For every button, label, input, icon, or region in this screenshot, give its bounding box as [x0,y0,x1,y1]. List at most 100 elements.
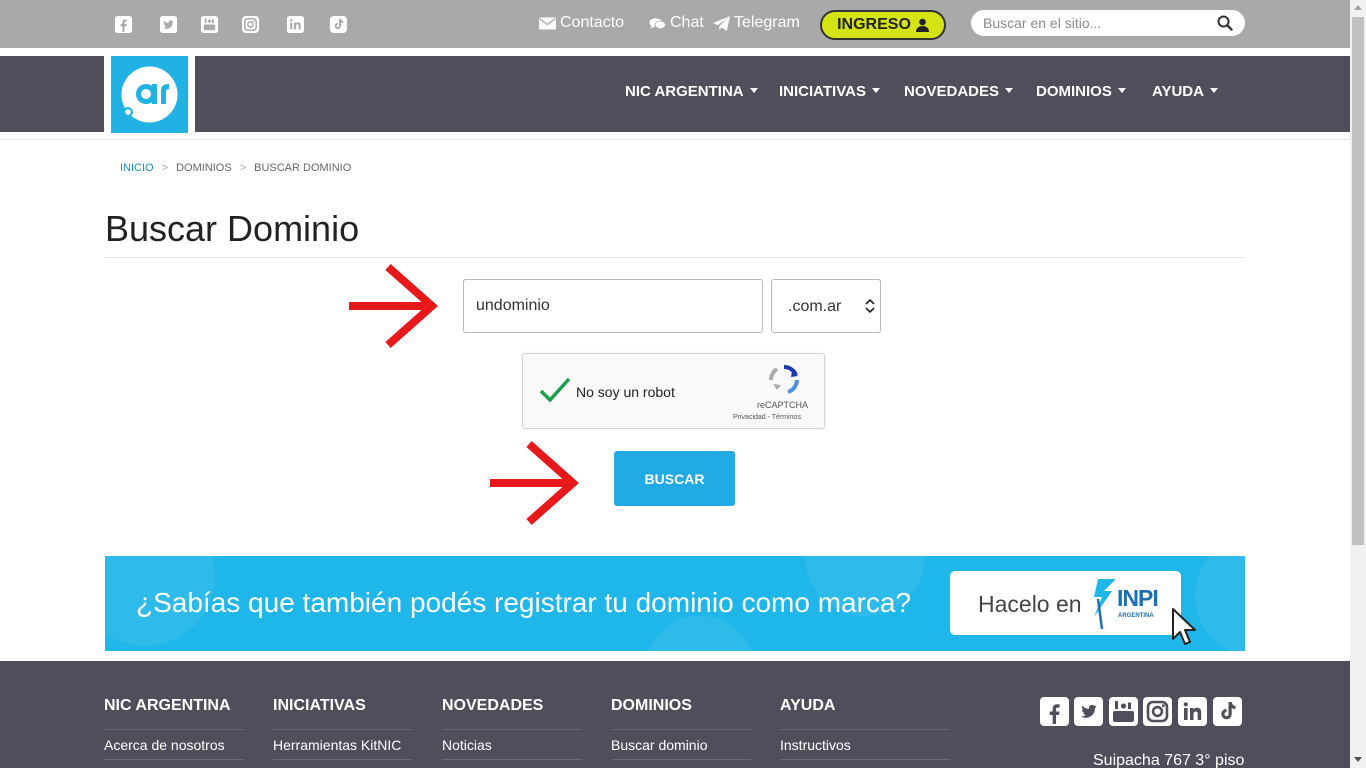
site-search [971,10,1245,36]
vertical-scrollbar[interactable] [1350,0,1366,768]
breadcrumb-separator: > [239,162,247,174]
nav-nic-argentina[interactable]: NIC ARGENTINA [625,83,758,100]
facebook-icon[interactable] [114,15,133,34]
page: Contacto Chat Telegram INGRESO Buscar en… [0,0,1366,768]
cta-label: Hacelo en [978,591,1082,617]
envelope-icon [539,17,556,29]
nav-ayuda[interactable]: AYUDA [1152,83,1218,100]
ingreso-button[interactable]: INGRESO [820,10,946,40]
chat-bubbles-icon [649,17,666,29]
instagram-icon[interactable] [241,15,260,34]
tiktok-icon[interactable] [329,15,348,34]
footer-divider [442,759,582,760]
footer-link-buscar-dominio[interactable]: Buscar dominio [611,737,708,753]
mouse-pointer-icon [1172,608,1196,645]
breadcrumb-inicio[interactable]: INICIO [120,162,154,174]
footer-divider [611,759,751,760]
footer-link-instructivos[interactable]: Instructivos [780,737,851,753]
breadcrumb-dominios[interactable]: DOMINIOS [176,162,232,174]
caret-down-icon [871,88,880,93]
caret-down-icon [1005,88,1014,93]
footer-facebook-icon[interactable] [1040,697,1069,726]
logo[interactable] [104,56,195,133]
footer-tiktok-icon[interactable] [1213,697,1242,726]
telegram-label: Telegram [734,14,800,31]
paper-plane-icon [713,15,730,31]
red-arrow-annotation-icon [490,441,579,525]
contacto-link[interactable]: Contacto [539,14,624,32]
nav-novedades[interactable]: NOVEDADES [904,83,1014,100]
footer-link-acerca[interactable]: Acerca de nosotros [104,737,225,753]
ingreso-label: INGRESO [837,16,911,33]
footer-twitter-icon[interactable] [1074,697,1103,726]
footer-col-ayuda: AYUDA [780,697,920,715]
recaptcha-links[interactable]: Privacidad - Términos [733,414,801,421]
breadcrumb-separator: > [161,162,169,174]
chat-link[interactable]: Chat [649,14,704,32]
search-icon[interactable] [1217,15,1233,31]
caret-down-icon [749,88,758,93]
footer-heading: AYUDA [780,697,836,714]
nav-label: NOVEDADES [904,83,1000,100]
red-arrow-annotation-icon [349,264,438,348]
buscar-button[interactable]: BUSCAR [614,451,735,506]
recaptcha-label: No soy un robot [576,384,675,400]
site-search-input[interactable] [971,10,1211,36]
footer-address: Suipacha 767 3° piso [1093,752,1245,768]
footer-divider [780,759,950,760]
linkedin-icon[interactable] [286,15,305,34]
footer-heading: DOMINIOS [611,697,692,714]
inpi-wordmark: INPI [1117,585,1159,611]
tld-selected-value: .com.ar [788,298,842,315]
footer-divider [104,729,244,730]
caret-down-icon [1209,88,1218,93]
checkmark-icon[interactable] [539,376,571,404]
youtube-icon[interactable] [200,15,219,34]
scrollbar-thumb[interactable] [1352,17,1364,545]
footer-instagram-icon[interactable] [1143,697,1172,726]
footer-divider [780,729,950,730]
banner-text: ¿Sabías que también podés registrar tu d… [136,587,912,618]
footer-link-kitnic[interactable]: Herramientas KitNIC [273,737,401,753]
ar-logo-icon [121,66,178,123]
footer-divider [104,759,244,760]
scroll-up-icon[interactable] [1354,5,1362,10]
nav-label: DOMINIOS [1036,83,1112,100]
footer-divider [442,729,582,730]
footer-heading: INICIATIVAS [273,697,366,714]
footer-col-nic: NIC ARGENTINA [104,697,244,715]
divider [0,139,1350,140]
footer-youtube-icon[interactable] [1109,697,1138,726]
breadcrumb: INICIO > DOMINIOS > BUSCAR DOMINIO [120,162,351,174]
select-arrows-icon [865,298,875,314]
recaptcha-brand: reCAPTCHA [757,400,809,410]
nav-label: INICIATIVAS [779,83,866,100]
footer-divider [273,729,413,730]
top-bar: Contacto Chat Telegram INGRESO [0,0,1350,48]
footer-col-novedades: NOVEDADES [442,697,582,715]
footer-divider [273,759,413,760]
twitter-icon[interactable] [159,15,178,34]
footer-link-noticias[interactable]: Noticias [442,737,492,753]
chat-label: Chat [670,14,704,31]
breadcrumb-current: BUSCAR DOMINIO [254,162,352,174]
nav-iniciativas[interactable]: INICIATIVAS [779,83,880,100]
nav-label: NIC ARGENTINA [625,83,744,100]
nav-label: AYUDA [1152,83,1204,100]
footer-divider [611,729,751,730]
domain-input[interactable] [463,279,763,333]
scroll-down-icon[interactable] [1354,757,1362,762]
banner-bubble [645,616,755,651]
recaptcha-widget: No soy un robot reCAPTCHA Privacidad - T… [522,353,825,429]
inpi-cta-button[interactable]: Hacelo en INPI ARGENTINA [950,571,1181,635]
page-title: Buscar Dominio [105,208,360,249]
footer-col-dominios: DOMINIOS [611,697,751,715]
tld-select[interactable]: .com.ar [771,279,881,333]
inpi-banner[interactable]: ¿Sabías que también podés registrar tu d… [105,556,1245,651]
telegram-link[interactable]: Telegram [713,14,800,32]
user-icon [915,18,929,32]
nav-dominios[interactable]: DOMINIOS [1036,83,1126,100]
inpi-logo-icon [1094,579,1116,630]
footer-heading: NOVEDADES [442,697,544,714]
footer-linkedin-icon[interactable] [1178,697,1207,726]
